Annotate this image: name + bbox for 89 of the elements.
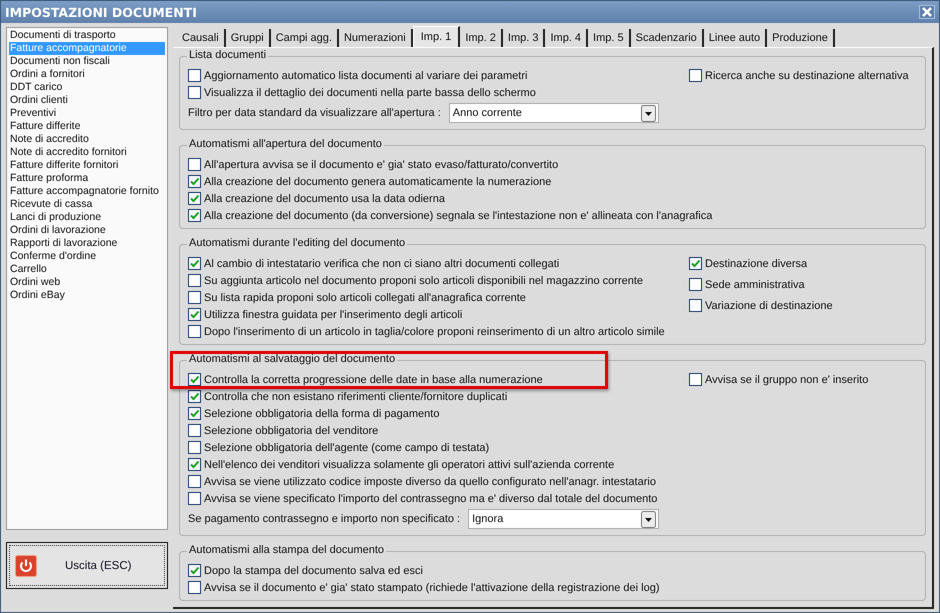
power-icon [15,554,37,576]
group-title: Automatismi alla stampa del documento [187,544,386,556]
window-title: IMPOSTAZIONI DOCUMENTI [5,4,197,20]
checkbox-label: Aggiornamento automatico lista documenti al variare dei parametri [204,70,528,82]
checkbox[interactable] [188,424,201,437]
checkbox[interactable] [188,308,201,321]
document-type-item[interactable]: Ricevute di cassa [9,198,165,211]
document-type-item[interactable]: Fatture accompagnatorie fornito [9,185,165,198]
document-type-item[interactable]: Lanci di produzione [9,211,165,224]
checkbox-label: Dopo la stampa del documento salva ed esci [204,564,423,576]
checkbox[interactable] [188,390,201,403]
checkbox[interactable] [188,475,201,488]
checkbox-label: Selezione obbligatoria del venditore [204,424,378,436]
checkbox-label: Controlla che non esistano riferimenti cliente/fornitore duplicati [204,390,508,402]
checkbox-label: Nell'elenco dei venditori visualizza solamente gli operatori attivi sull'azienda corrente [204,458,614,470]
checkbox-label: Alla creazione del documento genera automaticamente la numerazione [204,176,552,188]
checkbox-label: Sede amministrativa [705,278,805,290]
checkbox-label: Alla creazione del documento usa la data odierna [204,192,445,204]
checkbox[interactable] [188,581,201,594]
checkbox[interactable] [188,192,201,205]
document-type-item[interactable]: Carrello [9,263,165,276]
document-type-item[interactable]: Ordini web [9,276,165,289]
checkbox[interactable] [689,373,702,386]
checkbox-label: Variazione di destinazione [705,300,833,312]
dropdown-field[interactable]: Ignora [468,509,659,529]
document-type-item[interactable]: Fatture differite [9,120,165,133]
document-type-item[interactable]: Preventivi [9,107,165,120]
checkbox-label: Alla creazione del documento (da conversione) segnala se l'intestazione non e' allineata con l'anagrafica [204,210,712,222]
checkbox[interactable] [188,209,201,222]
document-type-item[interactable]: Ordini eBay [9,289,165,302]
field-label: Se pagamento contrassegno e importo non specificato : [188,513,460,525]
group-title: Automatismi al salvataggio del documento [187,353,398,365]
document-type-item[interactable]: Documenti non fiscali [9,55,165,68]
checkbox-label: Avvisa se viene specificato l'importo del contrassegno ma e' diverso dal totale del documento [204,492,658,504]
checkbox[interactable] [188,158,201,171]
document-type-item[interactable]: Ordini di lavorazione [9,224,165,237]
tab[interactable]: Imp. 1 [412,26,460,47]
checkbox-label: Utilizza finestra guidata per l'inserimento degli articoli [204,308,462,320]
document-type-item[interactable]: Note di accredito fornitori [9,146,165,159]
checkbox[interactable] [188,492,201,505]
document-type-item[interactable]: Documenti di trasporto [9,29,165,42]
checkbox-label: Su lista rapida proponi solo articoli collegati all'anagrafica corrente [204,292,526,304]
checkbox-label: Controlla la corretta progressione delle date in base alla numerazione [204,374,543,386]
document-type-item[interactable]: Ordini clienti [9,94,165,107]
checkbox-label: Destinazione diversa [705,258,808,270]
checkbox-label: Selezione obbligatoria dell'agente (come campo di testata) [204,442,490,454]
group-title: Lista documenti [187,49,268,61]
checkbox[interactable] [188,86,201,99]
document-type-item[interactable]: Conferme d'ordine [9,250,165,263]
document-type-item[interactable]: DDT carico [9,81,165,94]
checkbox[interactable] [188,257,201,270]
tab[interactable]: Scadenzario [630,29,704,47]
document-type-item[interactable]: Fatture differite fornitori [9,159,165,172]
checkbox-label: Al cambio di intestatario verifica che non ci siano altri documenti collegati [204,258,560,270]
checkbox[interactable] [188,291,201,304]
checkbox[interactable] [689,257,702,270]
dropdown-field[interactable]: Anno corrente [448,103,659,123]
tab[interactable]: Campi agg. [270,29,339,47]
group-title: Automatismi all'apertura del documento [187,138,384,150]
group-title: Automatismi durante l'editing del documento [187,237,408,249]
field-label: Filtro per data standard da visualizzare all'apertura : [188,107,441,119]
checkbox-label: Avvisa se il documento e' gia' stato stampato (richiede l'attivazione della registrazione dei log) [204,582,660,594]
checkbox[interactable] [188,325,201,338]
checkbox[interactable] [188,441,201,454]
document-type-item[interactable]: Rapporti di lavorazione [9,237,165,250]
checkbox-label: Avvisa se il gruppo non e' inserito [705,374,868,386]
document-type-item[interactable]: Ordini a fornitori [9,68,165,81]
checkbox-label: Visualizza il dettaglio dei documenti nella parte bassa dello schermo [204,86,536,98]
document-type-item[interactable]: Note di accredito [9,133,165,146]
checkbox[interactable] [188,564,201,577]
checkbox[interactable] [188,175,201,188]
document-type-item[interactable]: Fatture proforma [9,172,165,185]
checkbox-label: Ricerca anche su destinazione alternativa [705,70,909,82]
checkbox-label: Selezione obbligatoria della forma di pagamento [204,408,440,420]
checkbox-label: Su aggiunta articolo nel documento proponi solo articoli disponibili nel magazzino corrente [204,274,644,286]
checkbox-label: All'apertura avvisa se il documento e' gia' stato evaso/fatturato/convertito [204,158,558,170]
checkbox-label: Avvisa se viene utilizzato codice imposte diverso da quello configurato nell'anagr. intestatario [204,476,656,488]
checkbox[interactable] [188,274,201,287]
checkbox[interactable] [689,299,702,312]
checkbox-label: Dopo l'inserimento di un articolo in taglia/colore proponi reinserimento di un altro articolo simile [204,326,665,338]
checkbox[interactable] [188,458,201,471]
checkbox[interactable] [188,373,201,386]
checkbox[interactable] [689,278,702,291]
tab[interactable]: Gruppi [226,29,271,47]
close-icon[interactable] [919,5,935,19]
checkbox[interactable] [689,69,702,82]
checkbox[interactable] [188,69,201,82]
checkbox[interactable] [188,407,201,420]
exit-button[interactable]: Uscita (ESC) [6,542,168,589]
